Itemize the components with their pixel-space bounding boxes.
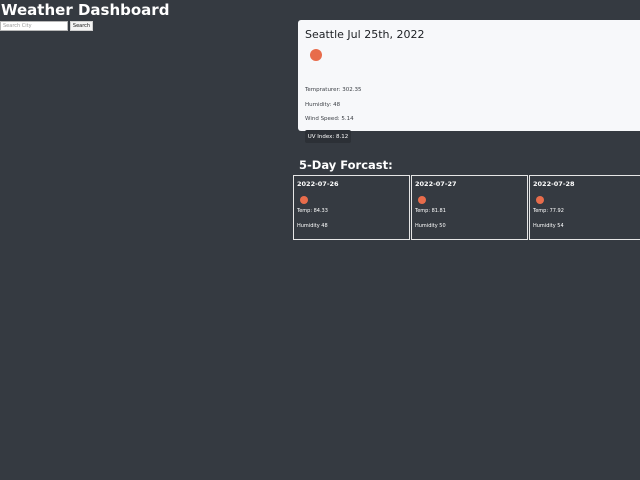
- forecast-card: 2022-07-27 Temp: 81.81 Humidity 50: [411, 175, 528, 240]
- forecast-temp: Temp: 84.33: [297, 208, 328, 214]
- weather-icon: [418, 196, 426, 204]
- forecast-list: 2022-07-26 Temp: 84.33 Humidity 48 2022-…: [293, 175, 640, 240]
- forecast-date: 2022-07-26: [297, 180, 339, 188]
- forecast-heading: 5-Day Forcast:: [299, 158, 393, 172]
- forecast-date: 2022-07-27: [415, 180, 457, 188]
- weather-icon: [536, 196, 544, 204]
- forecast-temp: Temp: 81.81: [415, 208, 446, 214]
- weather-icon: [300, 196, 308, 204]
- forecast-humidity: Humidity 54: [533, 223, 564, 229]
- current-weather-card: Seattle Jul 25th, 2022 Tempraturer: 302.…: [298, 20, 640, 143]
- forecast-humidity: Humidity 48: [297, 223, 328, 229]
- temperature-value: Tempraturer: 302.35: [305, 87, 362, 93]
- forecast-humidity: Humidity 50: [415, 223, 446, 229]
- search-input[interactable]: [0, 21, 68, 31]
- page-title: Weather Dashboard: [1, 1, 170, 19]
- forecast-card: 2022-07-26 Temp: 84.33 Humidity 48: [293, 175, 410, 240]
- forecast-temp: Temp: 77.92: [533, 208, 564, 214]
- current-weather-title: Seattle Jul 25th, 2022: [305, 28, 425, 41]
- search-bar: Search: [0, 21, 93, 31]
- uv-index-badge[interactable]: UV Index: 8.12: [305, 130, 351, 143]
- search-button[interactable]: Search: [70, 21, 93, 31]
- humidity-value: Humidity: 48: [305, 102, 341, 108]
- weather-icon: [310, 49, 322, 61]
- forecast-card: 2022-07-28 Temp: 77.92 Humidity 54: [529, 175, 640, 240]
- wind-speed-value: Wind Speed: 5.14: [305, 116, 354, 122]
- forecast-date: 2022-07-28: [533, 180, 575, 188]
